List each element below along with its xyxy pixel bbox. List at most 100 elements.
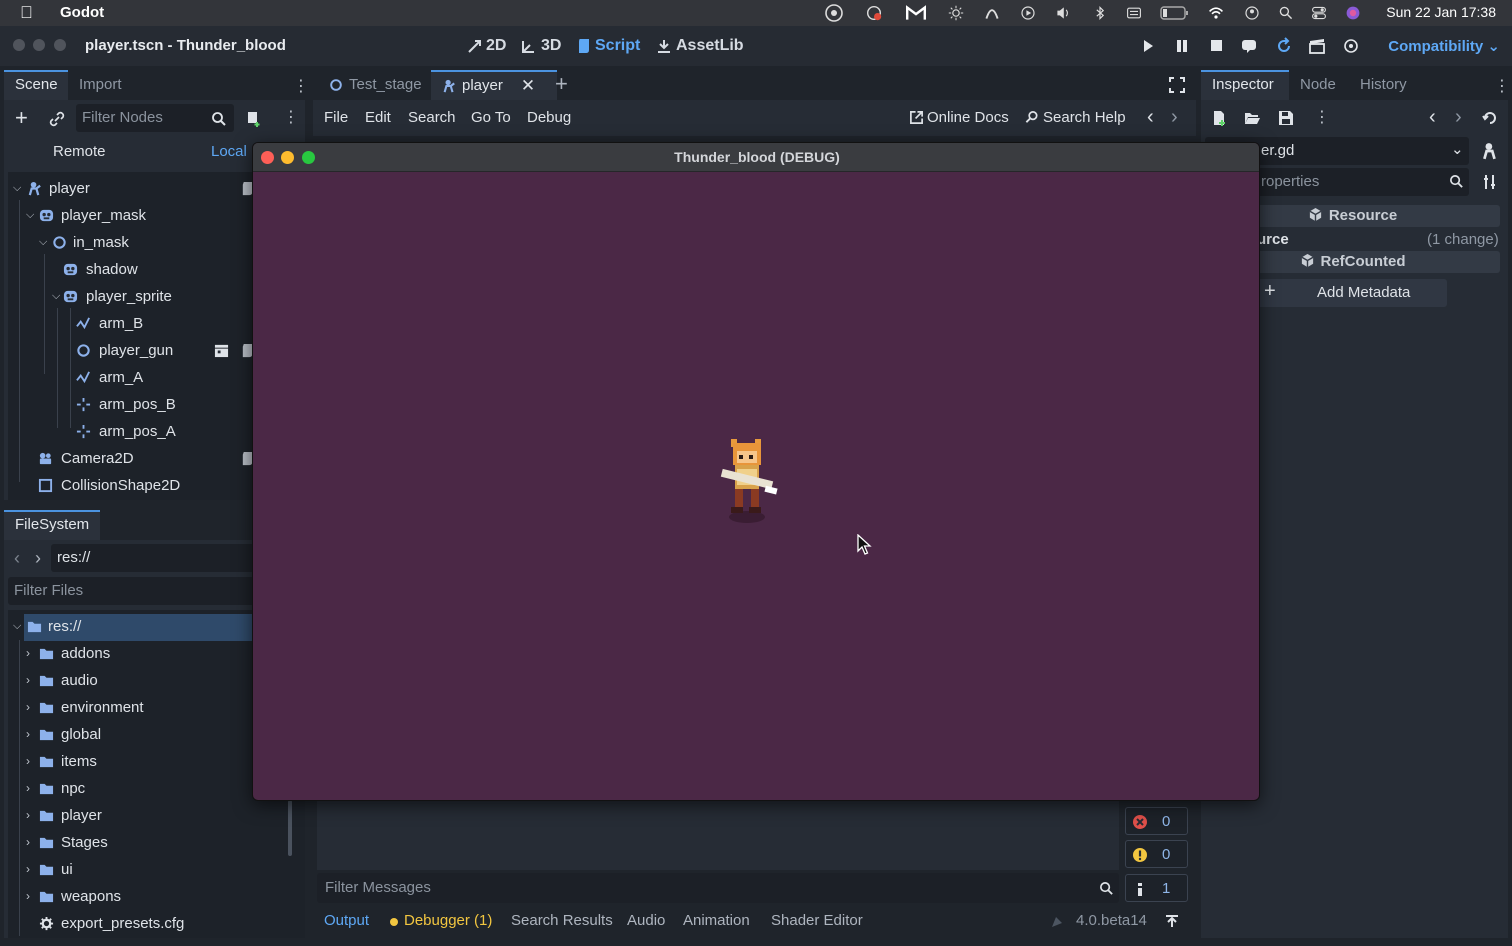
bluetooth-icon[interactable] bbox=[1091, 5, 1109, 21]
menu-debug[interactable]: Debug bbox=[527, 109, 571, 126]
chevron-right-icon[interactable]: › bbox=[26, 883, 30, 910]
minimize-window-button[interactable] bbox=[33, 39, 45, 51]
movie-maker-button[interactable] bbox=[1341, 37, 1361, 55]
file-root[interactable]: ⌵ res:// bbox=[4, 613, 252, 640]
menu-file[interactable]: File bbox=[324, 109, 348, 126]
gmail-icon[interactable] bbox=[905, 4, 927, 22]
tab-player[interactable]: player ✕ bbox=[431, 70, 557, 100]
search-help-button[interactable]: Search Help bbox=[1024, 109, 1126, 126]
game-debug-window[interactable]: Thunder_blood (DEBUG) bbox=[252, 142, 1260, 801]
reload-button[interactable] bbox=[1274, 37, 1294, 55]
history-back-icon[interactable]: ‹ bbox=[1429, 106, 1436, 129]
play-scene-button[interactable] bbox=[1307, 37, 1327, 55]
chevron-right-icon[interactable]: › bbox=[26, 802, 30, 829]
chevron-right-icon[interactable]: › bbox=[26, 856, 30, 883]
add-metadata-button[interactable]: + Add Metadata bbox=[1256, 279, 1447, 307]
prev-script-icon[interactable]: ‹ bbox=[1147, 106, 1154, 129]
link-icon[interactable] bbox=[48, 110, 66, 128]
chevron-right-icon[interactable]: › bbox=[26, 721, 30, 748]
warning-count-toggle[interactable]: 0 bbox=[1125, 840, 1188, 868]
tree-node-player-sprite[interactable]: ⌵ player_sprite bbox=[4, 283, 252, 310]
scene-menu-icon[interactable]: ⋮ bbox=[283, 107, 299, 127]
attach-script-icon[interactable] bbox=[245, 110, 263, 128]
new-resource-icon[interactable] bbox=[1211, 110, 1227, 126]
spotlight-search-icon[interactable] bbox=[1277, 5, 1295, 21]
tools-icon[interactable] bbox=[1482, 174, 1498, 190]
tab-filesystem[interactable]: FileSystem bbox=[4, 510, 100, 540]
chevron-down-icon[interactable]: ⌵ bbox=[13, 613, 21, 640]
forward-arrow-icon[interactable]: › bbox=[35, 548, 41, 569]
fullscreen-icon[interactable] bbox=[1169, 77, 1185, 93]
message-count-toggle[interactable]: 1 bbox=[1125, 874, 1188, 902]
open-folder-icon[interactable] bbox=[1244, 110, 1260, 126]
user-icon[interactable] bbox=[1243, 5, 1261, 21]
close-tab-icon[interactable]: ✕ bbox=[521, 73, 535, 99]
file-folder-audio[interactable]: › audio bbox=[4, 667, 252, 694]
tab-debugger[interactable]: Debugger (1) bbox=[404, 912, 492, 929]
pause-button[interactable] bbox=[1172, 37, 1192, 55]
chrome-icon[interactable] bbox=[823, 3, 845, 23]
tab-animation[interactable]: Animation bbox=[683, 912, 750, 929]
file-folder-player[interactable]: › player bbox=[4, 802, 252, 829]
file-folder-weapons[interactable]: › weapons bbox=[4, 883, 252, 910]
tree-node-arm-pos-a[interactable]: arm_pos_A bbox=[4, 418, 252, 445]
battery-icon[interactable] bbox=[1160, 5, 1190, 21]
volume-icon[interactable] bbox=[1054, 5, 1072, 21]
inspector-menu-icon[interactable]: ⋮ bbox=[1314, 107, 1330, 127]
tab-shader-editor[interactable]: Shader Editor bbox=[771, 912, 863, 929]
next-script-icon[interactable]: › bbox=[1171, 106, 1178, 129]
chevron-right-icon[interactable]: › bbox=[26, 667, 30, 694]
kebab-menu-icon[interactable]: ⋮ bbox=[293, 76, 309, 96]
chevron-right-icon[interactable]: › bbox=[26, 829, 30, 856]
property-resource-label[interactable]: urce bbox=[1257, 231, 1289, 248]
tree-node-collisionshape2d[interactable]: CollisionShape2D bbox=[4, 472, 252, 499]
chevron-right-icon[interactable]: › bbox=[26, 775, 30, 802]
workspace-assetlib-button[interactable]: AssetLib bbox=[656, 37, 744, 55]
error-count-toggle[interactable]: 0 bbox=[1125, 807, 1188, 835]
wifi-icon[interactable] bbox=[1207, 5, 1225, 21]
file-folder-environment[interactable]: › environment bbox=[4, 694, 252, 721]
menu-edit[interactable]: Edit bbox=[365, 109, 391, 126]
tab-audio[interactable]: Audio bbox=[627, 912, 665, 929]
tree-node-in-mask[interactable]: ⌵ in_mask bbox=[4, 229, 252, 256]
tab-scene[interactable]: Scene bbox=[4, 70, 68, 100]
play-circle-icon[interactable] bbox=[1019, 5, 1037, 21]
control-center-icon[interactable] bbox=[1310, 5, 1328, 21]
apple-icon[interactable]:  bbox=[20, 3, 33, 23]
file-folder-npc[interactable]: › npc bbox=[4, 775, 252, 802]
zoom-window-button[interactable] bbox=[54, 39, 66, 51]
menu-search[interactable]: Search bbox=[408, 109, 456, 126]
tab-output[interactable]: Output bbox=[324, 912, 369, 929]
workspace-script-button[interactable]: Script bbox=[577, 37, 640, 55]
siri-icon[interactable] bbox=[1344, 5, 1362, 21]
open-scene-icon[interactable] bbox=[214, 343, 229, 358]
chevron-down-icon[interactable]: ⌵ bbox=[26, 202, 34, 229]
renderer-dropdown[interactable]: Compatibility ⌄ bbox=[1388, 37, 1500, 55]
tree-node-camera2d[interactable]: Camera2D bbox=[4, 445, 253, 472]
remote-debug-button[interactable] bbox=[1239, 37, 1259, 55]
chevron-down-icon[interactable]: ⌵ bbox=[13, 175, 21, 202]
app-menu-name[interactable]: Godot bbox=[60, 4, 104, 21]
online-docs-button[interactable]: Online Docs bbox=[909, 109, 1009, 126]
file-export-presets[interactable]: export_presets.cfg bbox=[4, 910, 252, 937]
add-node-icon[interactable]: + bbox=[15, 107, 28, 129]
file-folder-stages[interactable]: › Stages bbox=[4, 829, 252, 856]
chevron-right-icon[interactable]: › bbox=[26, 640, 30, 667]
file-folder-global[interactable]: › global bbox=[4, 721, 252, 748]
tree-node-player[interactable]: ⌵ player bbox=[4, 175, 253, 202]
save-icon[interactable] bbox=[1278, 110, 1294, 126]
file-folder-addons[interactable]: › addons bbox=[4, 640, 252, 667]
tree-node-arm-b[interactable]: arm_B bbox=[4, 310, 252, 337]
workspace-3d-button[interactable]: 3D bbox=[521, 37, 561, 55]
history-forward-icon[interactable]: › bbox=[1455, 106, 1462, 129]
tab-search-results[interactable]: Search Results bbox=[511, 912, 613, 929]
file-folder-items[interactable]: › items bbox=[4, 748, 252, 775]
tab-history[interactable]: History bbox=[1349, 70, 1418, 100]
brightness-icon[interactable] bbox=[947, 5, 965, 21]
filter-messages-input[interactable]: Filter Messages bbox=[317, 873, 1119, 903]
local-toggle[interactable]: Local bbox=[211, 143, 247, 160]
back-arrow-icon[interactable]: ‹ bbox=[14, 548, 20, 569]
tree-node-shadow[interactable]: shadow bbox=[4, 256, 252, 283]
workspace-2d-button[interactable]: 2D bbox=[466, 37, 506, 55]
clock[interactable]: Sun 22 Jan 17:38 bbox=[1386, 4, 1496, 20]
